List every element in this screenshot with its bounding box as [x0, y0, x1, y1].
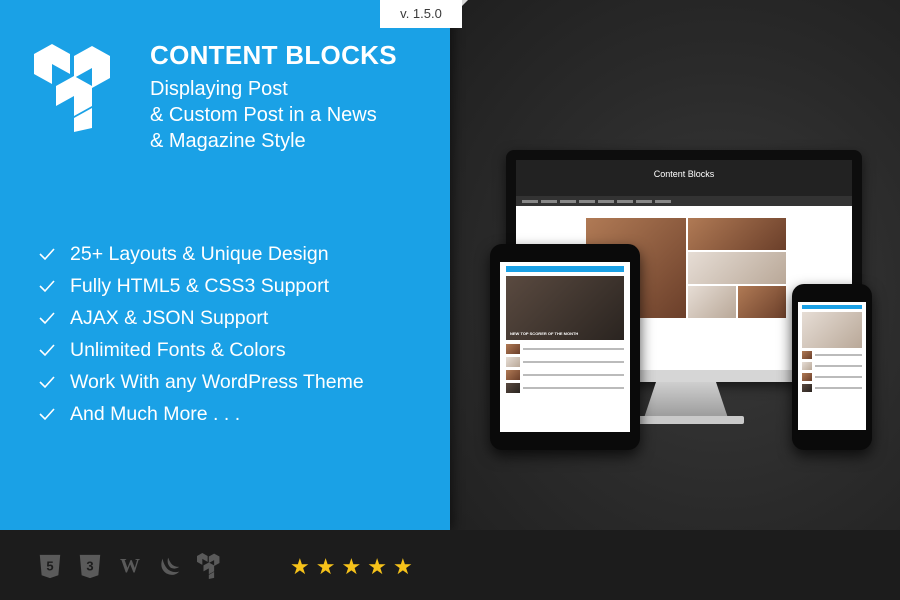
tablet-featured-title: NEW TOP SCORER OF THE MONTH — [510, 331, 579, 336]
content-blocks-logo-icon — [197, 553, 220, 579]
monitor-post-image — [738, 286, 786, 318]
check-icon — [39, 344, 55, 357]
feature-list: 25+ Layouts & Unique Design Fully HTML5 … — [38, 238, 364, 430]
monitor-base — [628, 416, 744, 424]
tech-icons: 5 3 W — [36, 553, 224, 579]
content-blocks-logo-icon — [34, 44, 110, 132]
tablet-list-item — [506, 357, 624, 367]
tablet-preview: NEW TOP SCORER OF THE MONTH — [490, 244, 640, 450]
version-badge: v. 1.5.0 — [380, 0, 462, 28]
feature-label: 25+ Layouts & Unique Design — [70, 242, 329, 265]
product-info-panel: CONTENT BLOCKS Displaying Post & Custom … — [0, 0, 450, 530]
svg-text:3: 3 — [86, 559, 93, 574]
svg-text:5: 5 — [46, 559, 53, 574]
feature-item: 25+ Layouts & Unique Design — [38, 238, 364, 270]
subtitle-line: & Magazine Style — [150, 130, 306, 152]
phone-preview — [792, 284, 872, 450]
tablet-featured-image: NEW TOP SCORER OF THE MONTH — [506, 276, 624, 340]
phone-list-item — [802, 373, 862, 381]
css3-icon: 3 — [79, 554, 101, 579]
feature-label: And Much More . . . — [70, 402, 241, 425]
tablet-list-item — [506, 370, 624, 380]
monitor-post-image — [688, 286, 736, 318]
feature-label: AJAX & JSON Support — [70, 306, 269, 329]
wordpress-icon: W — [120, 554, 140, 577]
phone-featured-image — [802, 312, 862, 348]
subtitle-line: & Custom Post in a News — [150, 104, 377, 126]
feature-label: Fully HTML5 & CSS3 Support — [70, 274, 330, 297]
html5-icon: 5 — [39, 554, 61, 579]
jquery-icon — [161, 557, 180, 575]
tablet-list-item — [506, 344, 624, 354]
check-icon — [39, 248, 55, 261]
feature-item: And Much More . . . — [38, 398, 364, 430]
star-icon: ★ — [367, 554, 387, 579]
phone-list-item — [802, 351, 862, 359]
check-icon — [39, 280, 55, 293]
feature-item: Work With any WordPress Theme — [38, 366, 364, 398]
phone-list-item — [802, 384, 862, 392]
monitor-site-header: Content Blocks — [516, 160, 852, 196]
feature-item: AJAX & JSON Support — [38, 302, 364, 334]
check-icon — [39, 376, 55, 389]
check-icon — [39, 408, 55, 421]
monitor-post-image — [688, 218, 786, 250]
product-title: CONTENT BLOCKS — [150, 40, 397, 70]
monitor-site-title: Content Blocks — [653, 169, 715, 179]
feature-label: Unlimited Fonts & Colors — [70, 338, 286, 361]
feature-item: Unlimited Fonts & Colors — [38, 334, 364, 366]
phone-section-bar — [802, 305, 862, 309]
product-subtitle: Displaying Post & Custom Post in a News … — [150, 76, 440, 154]
check-icon — [39, 312, 55, 325]
feature-item: Fully HTML5 & CSS3 Support — [38, 270, 364, 302]
rating-stars: ★ ★ ★ ★ ★ — [290, 555, 413, 579]
tablet-list-item — [506, 383, 624, 393]
phone-screen — [798, 302, 866, 430]
monitor-post-image — [688, 252, 786, 284]
tablet-screen: NEW TOP SCORER OF THE MONTH — [500, 262, 630, 432]
star-icon: ★ — [290, 554, 310, 579]
star-icon: ★ — [341, 554, 362, 579]
star-icon: ★ — [392, 554, 413, 579]
phone-list-item — [802, 362, 862, 370]
feature-label: Work With any WordPress Theme — [70, 370, 364, 393]
star-icon: ★ — [315, 554, 336, 579]
tablet-section-bar — [506, 266, 624, 272]
monitor-site-nav — [516, 196, 852, 206]
subtitle-line: Displaying Post — [150, 78, 288, 100]
